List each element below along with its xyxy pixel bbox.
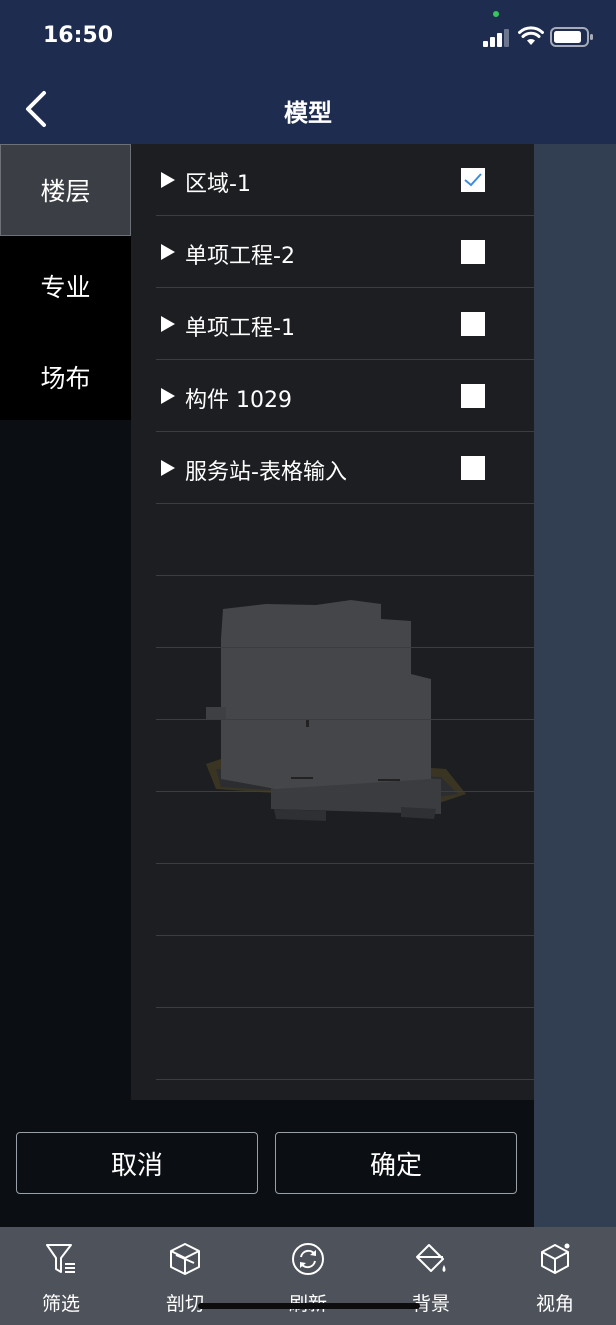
list-item[interactable]: 区域-1 <box>131 144 534 216</box>
tab-label: 楼层 <box>40 177 91 206</box>
toolbar-label: 视角 <box>535 1293 574 1315</box>
empty-row <box>131 720 534 792</box>
cancel-button[interactable]: 取消 <box>16 1132 258 1194</box>
toolbar-label: 筛选 <box>41 1293 80 1315</box>
cellular-signal-icon <box>483 29 509 47</box>
list-item[interactable]: 单项工程-2 <box>131 216 534 288</box>
expand-arrow-icon[interactable] <box>160 315 176 333</box>
empty-row <box>131 1008 534 1080</box>
item-label: 单项工程-2 <box>185 244 295 269</box>
item-checkbox[interactable] <box>461 240 485 264</box>
home-indicator[interactable] <box>198 1303 420 1309</box>
refresh-button[interactable]: 刷新 <box>253 1227 363 1325</box>
status-time: 16:50 <box>43 23 114 48</box>
expand-arrow-icon[interactable] <box>160 171 176 189</box>
paint-bucket-icon <box>416 1244 446 1272</box>
battery-icon <box>550 27 593 47</box>
tab-discipline[interactable]: 专业 <box>0 241 131 331</box>
wifi-icon <box>518 26 544 45</box>
filter-button[interactable]: 筛选 <box>6 1227 116 1325</box>
background-overlay[interactable] <box>534 144 616 1227</box>
category-tabs: 楼层 专业 场布 <box>0 144 131 420</box>
tab-label: 专业 <box>40 273 91 302</box>
tab-site-layout[interactable]: 场布 <box>0 332 131 422</box>
empty-row <box>131 936 534 1008</box>
section-cut-button[interactable]: 剖切 <box>130 1227 240 1325</box>
empty-row <box>131 576 534 648</box>
section-cut-icon <box>170 1243 200 1275</box>
item-label: 构件 1029 <box>185 388 292 413</box>
item-checkbox[interactable] <box>461 456 485 480</box>
tab-label: 场布 <box>40 364 91 393</box>
refresh-icon <box>292 1243 324 1275</box>
filter-icon <box>46 1244 75 1273</box>
view-angle-button[interactable]: 视角 <box>500 1227 610 1325</box>
list-item[interactable]: 构件 1029 <box>131 360 534 432</box>
expand-arrow-icon[interactable] <box>160 243 176 261</box>
empty-row <box>131 864 534 936</box>
expand-arrow-icon[interactable] <box>160 459 176 477</box>
bottom-toolbar: 筛选 剖切 刷新 背景 视角 <box>0 1227 616 1325</box>
list-item[interactable]: 服务站-表格输入 <box>131 432 534 504</box>
item-label: 服务站-表格输入 <box>185 460 347 485</box>
empty-row <box>131 648 534 720</box>
tree-list: 区域-1 单项工程-2 单项工程-1 构件 1029 服务站-表格输入 <box>131 144 534 1100</box>
background-button[interactable]: 背景 <box>376 1227 486 1325</box>
item-checkbox[interactable] <box>461 168 485 192</box>
item-checkbox[interactable] <box>461 312 485 336</box>
item-label: 单项工程-1 <box>185 316 295 341</box>
list-item[interactable]: 单项工程-1 <box>131 288 534 360</box>
tab-floor[interactable]: 楼层 <box>0 144 131 236</box>
page-title: 模型 <box>284 99 332 127</box>
confirm-button[interactable]: 确定 <box>275 1132 517 1194</box>
checkmark-icon <box>464 173 482 187</box>
item-checkbox[interactable] <box>461 384 485 408</box>
expand-arrow-icon[interactable] <box>160 387 176 405</box>
privacy-indicator-icon <box>493 11 499 17</box>
cube-view-icon <box>541 1243 570 1274</box>
empty-row <box>131 504 534 576</box>
nav-bar: 模型 <box>0 75 616 144</box>
empty-row <box>131 792 534 864</box>
status-bar: 16:50 <box>0 0 616 75</box>
row-divider <box>156 1079 534 1080</box>
item-label: 区域-1 <box>185 172 251 197</box>
